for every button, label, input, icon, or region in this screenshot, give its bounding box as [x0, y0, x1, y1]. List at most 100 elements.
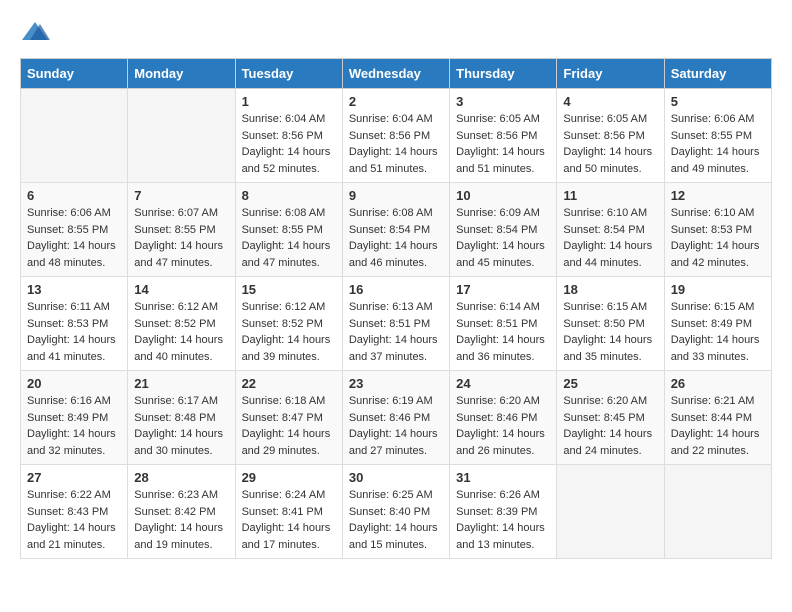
- day-info: Sunrise: 6:25 AMSunset: 8:40 PMDaylight:…: [349, 489, 438, 551]
- day-info: Sunrise: 6:10 AMSunset: 8:54 PMDaylight:…: [563, 207, 652, 269]
- day-cell: 18 Sunrise: 6:15 AMSunset: 8:50 PMDayligh…: [557, 277, 664, 371]
- day-cell: 2Sunrise: 6:04 AMSunset: 8:56 PMDaylight…: [342, 89, 449, 183]
- weekday-header-friday: Friday: [557, 59, 664, 89]
- day-number: 14: [134, 282, 228, 297]
- calendar-table: SundayMondayTuesdayWednesdayThursdayFrid…: [20, 58, 772, 559]
- day-cell: [21, 89, 128, 183]
- day-cell: [557, 465, 664, 559]
- day-info: Sunrise: 6:15 AMSunset: 8:49 PMDaylight:…: [671, 301, 760, 363]
- day-number: 5: [671, 94, 765, 109]
- weekday-header-thursday: Thursday: [450, 59, 557, 89]
- day-number: 12: [671, 188, 765, 203]
- day-info: Sunrise: 6:08 AMSunset: 8:54 PMDaylight:…: [349, 207, 438, 269]
- day-number: 26: [671, 376, 765, 391]
- day-info: Sunrise: 6:20 AMSunset: 8:45 PMDaylight:…: [563, 395, 652, 457]
- day-cell: 1 Sunrise: 6:04 AMSunset: 8:56 PMDaylight…: [235, 89, 342, 183]
- logo: [20, 20, 54, 42]
- day-number: 8: [242, 188, 336, 203]
- day-cell: 8 Sunrise: 6:08 AMSunset: 8:55 PMDaylight…: [235, 183, 342, 277]
- day-number: 19: [671, 282, 765, 297]
- day-number: 18: [563, 282, 657, 297]
- day-info: Sunrise: 6:10 AMSunset: 8:53 PMDaylight:…: [671, 207, 760, 269]
- day-number: 6: [27, 188, 121, 203]
- day-cell: 26 Sunrise: 6:21 AMSunset: 8:44 PMDayligh…: [664, 371, 771, 465]
- day-info: Sunrise: 6:04 AMSunset: 8:56 PMDaylight:…: [242, 113, 331, 175]
- day-number: 2: [349, 94, 443, 109]
- day-info: Sunrise: 6:14 AMSunset: 8:51 PMDaylight:…: [456, 301, 545, 363]
- day-cell: [128, 89, 235, 183]
- day-number: 1: [242, 94, 336, 109]
- week-row-3: 13Sunrise: 6:11 AMSunset: 8:53 PMDayligh…: [21, 277, 772, 371]
- day-cell: 16 Sunrise: 6:13 AMSunset: 8:51 PMDayligh…: [342, 277, 449, 371]
- day-number: 29: [242, 470, 336, 485]
- day-number: 13: [27, 282, 121, 297]
- day-cell: 7 Sunrise: 6:07 AMSunset: 8:55 PMDaylight…: [128, 183, 235, 277]
- day-info: Sunrise: 6:05 AMSunset: 8:56 PMDaylight:…: [563, 113, 652, 175]
- weekday-header-tuesday: Tuesday: [235, 59, 342, 89]
- day-cell: 4 Sunrise: 6:05 AMSunset: 8:56 PMDaylight…: [557, 89, 664, 183]
- day-info: Sunrise: 6:21 AMSunset: 8:44 PMDaylight:…: [671, 395, 760, 457]
- day-cell: 31 Sunrise: 6:26 AMSunset: 8:39 PMDayligh…: [450, 465, 557, 559]
- day-info: Sunrise: 6:20 AMSunset: 8:46 PMDaylight:…: [456, 395, 545, 457]
- day-cell: 11Sunrise: 6:10 AMSunset: 8:54 PMDayligh…: [557, 183, 664, 277]
- day-info: Sunrise: 6:18 AMSunset: 8:47 PMDaylight:…: [242, 395, 331, 457]
- day-cell: 21Sunrise: 6:17 AMSunset: 8:48 PMDayligh…: [128, 371, 235, 465]
- day-cell: 3 Sunrise: 6:05 AMSunset: 8:56 PMDaylight…: [450, 89, 557, 183]
- day-cell: 12 Sunrise: 6:10 AMSunset: 8:53 PMDayligh…: [664, 183, 771, 277]
- day-info: Sunrise: 6:05 AMSunset: 8:56 PMDaylight:…: [456, 113, 545, 175]
- day-number: 9: [349, 188, 443, 203]
- day-info: Sunrise: 6:26 AMSunset: 8:39 PMDaylight:…: [456, 489, 545, 551]
- day-cell: [664, 465, 771, 559]
- day-info: Sunrise: 6:12 AMSunset: 8:52 PMDaylight:…: [242, 301, 331, 363]
- day-cell: 6 Sunrise: 6:06 AMSunset: 8:55 PMDaylight…: [21, 183, 128, 277]
- day-cell: 30 Sunrise: 6:25 AMSunset: 8:40 PMDayligh…: [342, 465, 449, 559]
- week-row-2: 6 Sunrise: 6:06 AMSunset: 8:55 PMDaylight…: [21, 183, 772, 277]
- day-cell: 25 Sunrise: 6:20 AMSunset: 8:45 PMDayligh…: [557, 371, 664, 465]
- day-number: 7: [134, 188, 228, 203]
- day-number: 30: [349, 470, 443, 485]
- day-number: 27: [27, 470, 121, 485]
- day-info: Sunrise: 6:07 AMSunset: 8:55 PMDaylight:…: [134, 207, 223, 269]
- day-cell: 9 Sunrise: 6:08 AMSunset: 8:54 PMDaylight…: [342, 183, 449, 277]
- day-cell: 15 Sunrise: 6:12 AMSunset: 8:52 PMDayligh…: [235, 277, 342, 371]
- day-number: 22: [242, 376, 336, 391]
- day-cell: 17 Sunrise: 6:14 AMSunset: 8:51 PMDayligh…: [450, 277, 557, 371]
- day-cell: 22 Sunrise: 6:18 AMSunset: 8:47 PMDayligh…: [235, 371, 342, 465]
- day-cell: 19 Sunrise: 6:15 AMSunset: 8:49 PMDayligh…: [664, 277, 771, 371]
- day-info: Sunrise: 6:12 AMSunset: 8:52 PMDaylight:…: [134, 301, 223, 363]
- day-info: Sunrise: 6:23 AMSunset: 8:42 PMDaylight:…: [134, 489, 223, 551]
- day-cell: 24Sunrise: 6:20 AMSunset: 8:46 PMDayligh…: [450, 371, 557, 465]
- day-info: Sunrise: 6:24 AMSunset: 8:41 PMDaylight:…: [242, 489, 331, 551]
- day-number: 17: [456, 282, 550, 297]
- day-info: Sunrise: 6:08 AMSunset: 8:55 PMDaylight:…: [242, 207, 331, 269]
- day-number: 3: [456, 94, 550, 109]
- day-number: 21: [134, 376, 228, 391]
- weekday-header-row: SundayMondayTuesdayWednesdayThursdayFrid…: [21, 59, 772, 89]
- day-info: Sunrise: 6:06 AMSunset: 8:55 PMDaylight:…: [27, 207, 116, 269]
- day-number: 4: [563, 94, 657, 109]
- day-number: 20: [27, 376, 121, 391]
- day-info: Sunrise: 6:15 AMSunset: 8:50 PMDaylight:…: [563, 301, 652, 363]
- day-info: Sunrise: 6:13 AMSunset: 8:51 PMDaylight:…: [349, 301, 438, 363]
- week-row-4: 20Sunrise: 6:16 AMSunset: 8:49 PMDayligh…: [21, 371, 772, 465]
- weekday-header-monday: Monday: [128, 59, 235, 89]
- weekday-header-sunday: Sunday: [21, 59, 128, 89]
- weekday-header-wednesday: Wednesday: [342, 59, 449, 89]
- day-cell: 14 Sunrise: 6:12 AMSunset: 8:52 PMDayligh…: [128, 277, 235, 371]
- day-number: 16: [349, 282, 443, 297]
- day-cell: 20Sunrise: 6:16 AMSunset: 8:49 PMDayligh…: [21, 371, 128, 465]
- day-info: Sunrise: 6:06 AMSunset: 8:55 PMDaylight:…: [671, 113, 760, 175]
- day-number: 31: [456, 470, 550, 485]
- day-cell: 13Sunrise: 6:11 AMSunset: 8:53 PMDayligh…: [21, 277, 128, 371]
- header: [20, 20, 772, 42]
- day-cell: 10Sunrise: 6:09 AMSunset: 8:54 PMDayligh…: [450, 183, 557, 277]
- day-number: 28: [134, 470, 228, 485]
- day-cell: 5 Sunrise: 6:06 AMSunset: 8:55 PMDaylight…: [664, 89, 771, 183]
- day-info: Sunrise: 6:19 AMSunset: 8:46 PMDaylight:…: [349, 395, 438, 457]
- day-number: 15: [242, 282, 336, 297]
- day-number: 25: [563, 376, 657, 391]
- weekday-header-saturday: Saturday: [664, 59, 771, 89]
- week-row-5: 27Sunrise: 6:22 AMSunset: 8:43 PMDayligh…: [21, 465, 772, 559]
- day-number: 23: [349, 376, 443, 391]
- week-row-1: 1 Sunrise: 6:04 AMSunset: 8:56 PMDaylight…: [21, 89, 772, 183]
